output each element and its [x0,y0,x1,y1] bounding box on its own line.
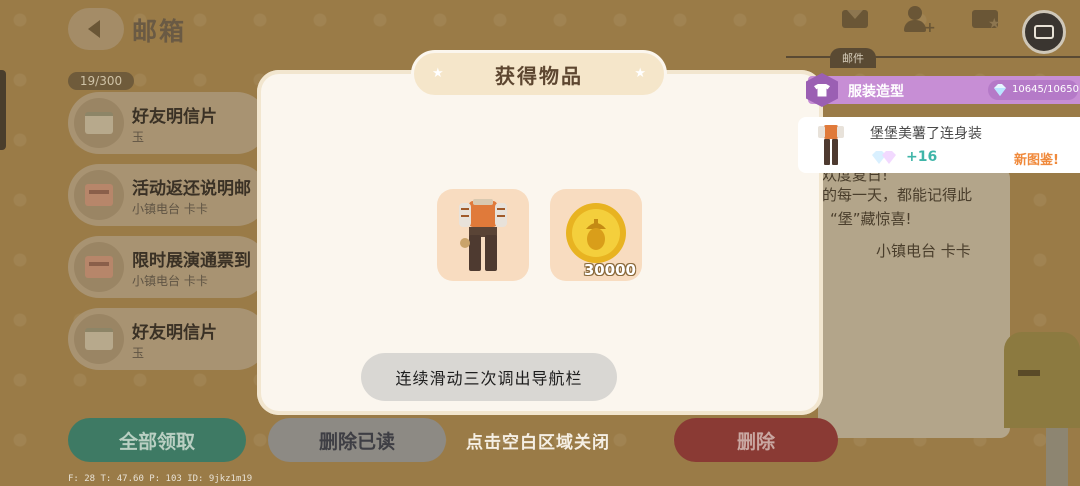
letter-text: 的每一天，都能记得此 [822,186,973,204]
mail-icon[interactable] [840,6,870,32]
collection-progress: 10645/10650 [1012,84,1079,95]
new-collection-tag: 新图鉴! [1014,153,1059,168]
claim-all-button[interactable]: 全部领取 [68,418,246,462]
system-toast: 连续滑动三次调出导航栏 [361,353,617,401]
chevron-left-icon [88,20,100,38]
mailbox-post [1046,428,1068,486]
mail-sender: 小镇电台 卡卡 [132,274,208,288]
collection-item-name: 堡堡美薯了连身装 [870,126,982,142]
envelope-icon [74,242,124,292]
mail-sender: 玉 [132,130,145,144]
list-item[interactable]: 活动返还说明邮 小镇电台 卡卡 [68,164,268,226]
gem-icon [872,151,896,164]
tap-to-close-hint: 点击空白区域关闭 [466,433,610,453]
popup-title: 获得物品 [495,63,583,88]
letter-text: “堡”藏惊喜! [830,210,912,228]
mail-sender: 玉 [132,346,145,360]
debug-overlay: F: 28 T: 47.60 P: 103 ID: 9jkz1m19 [68,474,253,484]
edge-handle[interactable] [0,70,6,150]
mail-title: 限时展演通票到 [132,251,251,271]
mail-sender: 小镇电台 卡卡 [132,202,208,216]
mail-count-badge: 19/300 [68,72,134,90]
list-item[interactable]: 好友明信片 玉 [68,92,268,154]
gem-icon [994,84,1006,96]
list-item[interactable]: 好友明信片 玉 [68,308,268,370]
star-icon: ★ [432,66,444,81]
outfit-icon [459,199,507,271]
collection-card[interactable]: 堡堡美薯了连身装 +16 新图鉴! [798,117,1080,173]
list-item[interactable]: 限时展演通票到 小镇电台 卡卡 [68,236,268,298]
reward-item-coin[interactable]: 30000 [550,189,642,281]
delete-read-button[interactable]: 删除已读 [268,418,446,462]
mail-title: 活动返还说明邮 [132,179,251,199]
reward-quantity: 30000 [583,261,636,279]
mail-list: 好友明信片 玉 活动返还说明邮 小镇电台 卡卡 限时展演通票到 小镇电台 卡卡 … [68,92,268,380]
letter-preview: 欢度夏日! 的每一天，都能记得此 “堡”藏惊喜! 小镇电台 卡卡 [818,166,1010,438]
collection-bonus: +16 [906,149,938,165]
popup-header: ★ 获得物品 ★ [411,50,667,98]
back-button[interactable] [68,8,124,50]
add-friend-icon[interactable]: + [904,6,936,36]
tab-mail[interactable]: 邮件 [830,48,876,68]
delete-button[interactable]: 删除 [674,418,838,462]
mail-title: 好友明信片 [132,323,217,343]
envelope-icon [74,170,124,220]
letter-signature: 小镇电台 卡卡 [876,242,971,260]
star-icon: ★ [634,66,646,81]
mailbox-settings-icon[interactable] [1022,10,1066,54]
postcard-icon [74,314,124,364]
mailbox-decoration [1004,332,1080,428]
page-title: 邮箱 [132,17,187,46]
outfit-thumbnail-icon [818,125,844,165]
starred-mail-icon[interactable]: ★ [970,6,1001,32]
mail-title: 好友明信片 [132,107,217,127]
reward-item-outfit[interactable] [437,189,529,281]
postcard-icon [74,98,124,148]
collection-category: 服装造型 [848,84,904,100]
